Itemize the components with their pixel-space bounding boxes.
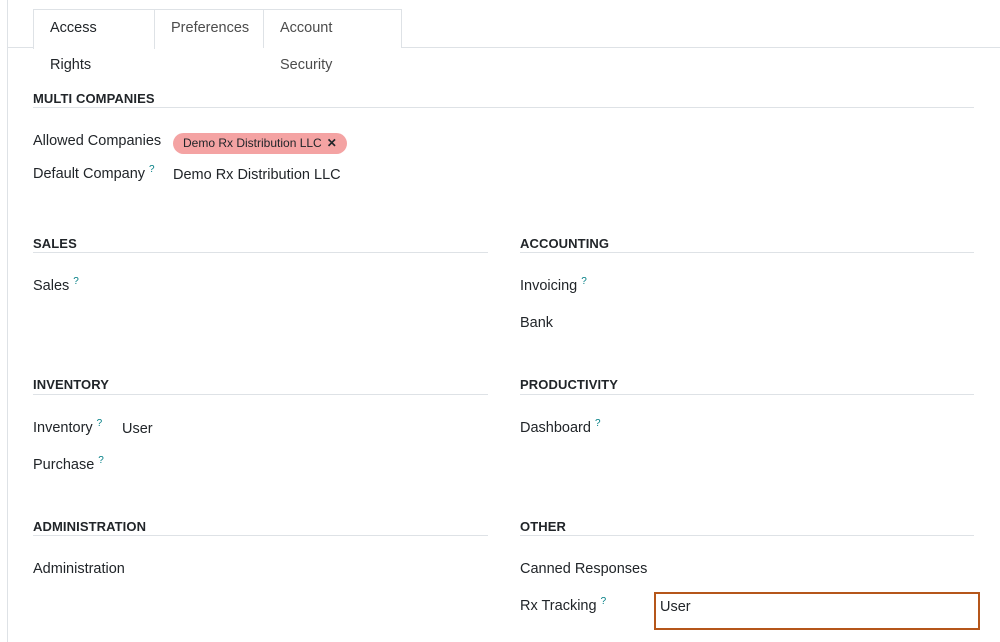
help-icon[interactable]: ? [581,276,587,287]
allowed-company-tag[interactable]: Demo Rx Distribution LLC ✕ [173,133,347,154]
section-title-sales: SALES [33,236,77,251]
section-divider [33,107,974,108]
notebook-tabs: Access Rights Preferences Account Securi… [8,9,1000,73]
help-icon[interactable]: ? [73,276,79,287]
invoicing-label-text: Invoicing [520,278,578,294]
section-title-accounting: ACCOUNTING [520,236,610,251]
default-company-label: Default Company? [33,164,155,182]
inventory-label-text: Inventory [33,420,93,436]
section-divider [33,535,488,536]
rx-tracking-select[interactable]: User [654,592,980,630]
rx-tracking-value: User [660,599,691,615]
default-company-value[interactable]: Demo Rx Distribution LLC [173,167,341,183]
tab-account-security[interactable]: Account Security [263,9,402,73]
tab-access-rights[interactable]: Access Rights [33,9,155,73]
purchase-label-text: Purchase [33,457,95,473]
default-company-label-text: Default Company [33,166,146,182]
help-icon[interactable]: ? [601,596,607,607]
section-divider [33,252,488,253]
help-icon[interactable]: ? [149,164,155,175]
allowed-companies-label: Allowed Companies [33,133,162,149]
section-divider [520,394,974,395]
inventory-value[interactable]: User [122,421,153,437]
section-title-administration: ADMINISTRATION [33,519,147,534]
invoicing-label: Invoicing? [520,276,587,294]
section-title-other: OTHER [520,519,566,534]
help-icon[interactable]: ? [97,418,103,429]
section-title-inventory: INVENTORY [33,377,110,392]
help-icon[interactable]: ? [98,455,104,466]
dashboard-label: Dashboard? [520,418,601,436]
purchase-label: Purchase? [33,455,104,473]
canned-responses-label: Canned Responses [520,561,648,577]
tab-preferences[interactable]: Preferences [155,9,264,48]
close-icon[interactable]: ✕ [327,136,337,150]
dashboard-label-text: Dashboard [520,420,591,436]
rx-tracking-label-text: Rx Tracking [520,598,597,614]
section-divider [520,535,974,536]
inventory-label: Inventory? [33,418,103,436]
section-title-productivity: PRODUCTIVITY [520,377,618,392]
form-sheet: Access Rights Preferences Account Securi… [7,0,1000,642]
rx-tracking-label: Rx Tracking? [520,596,607,614]
section-divider [33,394,488,395]
section-title-multi-companies: MULTI COMPANIES [33,91,155,106]
allowed-company-tag-label: Demo Rx Distribution LLC [183,136,322,150]
bank-label: Bank [520,315,554,331]
sales-label: Sales? [33,276,79,294]
help-icon[interactable]: ? [595,418,601,429]
sales-label-text: Sales [33,278,70,294]
administration-label: Administration [33,561,125,577]
section-divider [520,252,974,253]
